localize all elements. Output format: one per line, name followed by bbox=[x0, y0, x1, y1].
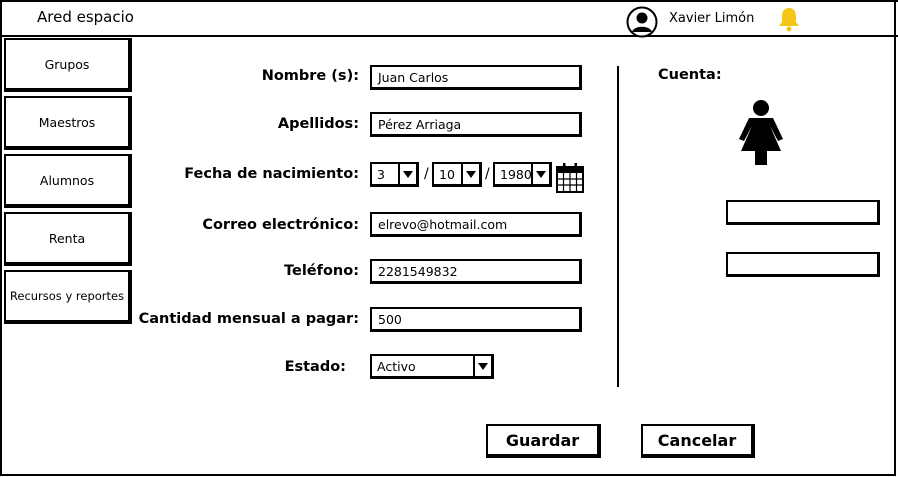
year-dropdown-arrow-icon[interactable] bbox=[531, 164, 549, 184]
nombre-input[interactable]: Juan Carlos bbox=[370, 65, 582, 90]
fecha-nacimiento-label: Fecha de nacimiento: bbox=[184, 166, 359, 182]
nombre-label: Nombre (s): bbox=[261, 68, 359, 84]
account-field-2[interactable] bbox=[726, 252, 880, 277]
sidebar-item-maestros[interactable]: Maestros bbox=[4, 96, 132, 150]
date-separator: / bbox=[424, 166, 429, 182]
year-value: 1980 bbox=[500, 167, 532, 182]
sidebar-item-label: Recursos y reportes bbox=[9, 289, 125, 303]
sidebar-item-label: Maestros bbox=[38, 114, 96, 130]
month-select[interactable]: 10 bbox=[432, 162, 482, 187]
day-value: 3 bbox=[377, 167, 385, 182]
save-button-label: Guardar bbox=[505, 430, 580, 450]
user-avatar-icon[interactable] bbox=[626, 6, 658, 38]
vertical-divider bbox=[617, 66, 619, 387]
month-dropdown-arrow-icon[interactable] bbox=[461, 164, 479, 184]
account-field-1[interactable] bbox=[726, 200, 880, 225]
estado-label: Estado: bbox=[284, 359, 346, 375]
sidebar-item-label: Alumnos bbox=[39, 172, 95, 188]
bell-icon[interactable] bbox=[777, 6, 801, 32]
header-bar: Ared espacio Xavier Limón bbox=[0, 0, 898, 38]
save-button[interactable]: Guardar bbox=[486, 424, 601, 458]
estado-select[interactable]: Activo bbox=[370, 354, 494, 379]
sidebar-item-label: Renta bbox=[48, 230, 86, 246]
sidebar-item-label: Grupos bbox=[44, 56, 90, 72]
sidebar-item-renta[interactable]: Renta bbox=[4, 212, 132, 266]
app-title: Ared espacio bbox=[37, 8, 134, 26]
apellidos-input[interactable]: Pérez Arriaga bbox=[370, 112, 582, 137]
day-dropdown-arrow-icon[interactable] bbox=[398, 164, 416, 184]
day-select[interactable]: 3 bbox=[370, 162, 419, 187]
sidebar-item-recursos-y-reportes[interactable]: Recursos y reportes bbox=[4, 270, 132, 324]
sidebar-item-alumnos[interactable]: Alumnos bbox=[4, 154, 132, 208]
correo-label: Correo electrónico: bbox=[202, 217, 359, 233]
calendar-icon[interactable] bbox=[555, 162, 585, 194]
cantidad-input[interactable]: 500 bbox=[370, 307, 582, 332]
year-select[interactable]: 1980 bbox=[493, 162, 552, 187]
month-value: 10 bbox=[439, 167, 455, 182]
estado-dropdown-arrow-icon[interactable] bbox=[473, 356, 491, 376]
apellidos-label: Apellidos: bbox=[277, 116, 359, 132]
date-separator: / bbox=[485, 166, 490, 182]
cancel-button-label: Cancelar bbox=[657, 430, 737, 450]
cancel-button[interactable]: Cancelar bbox=[641, 424, 755, 458]
person-icon bbox=[739, 100, 783, 165]
cantidad-label: Cantidad mensual a pagar: bbox=[138, 311, 359, 327]
telefono-label: Teléfono: bbox=[284, 263, 359, 279]
sidebar-item-grupos[interactable]: Grupos bbox=[4, 38, 132, 92]
cuenta-label: Cuenta: bbox=[658, 67, 722, 83]
email-field[interactable]: elrevo@hotmail.com bbox=[370, 212, 582, 237]
telefono-input[interactable]: 2281549832 bbox=[370, 259, 582, 284]
user-name[interactable]: Xavier Limón bbox=[669, 11, 754, 26]
estado-value: Activo bbox=[377, 359, 416, 374]
